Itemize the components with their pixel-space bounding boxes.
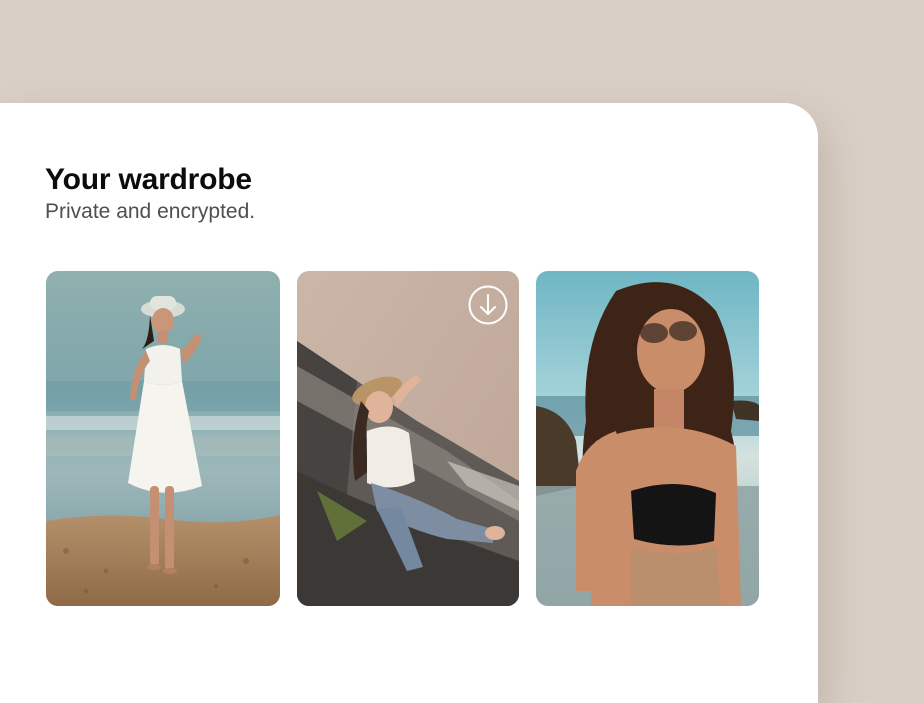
photo-card-hammock[interactable] [297,271,519,606]
page-title: Your wardrobe [45,163,252,196]
photo-card-beach-dress[interactable] [46,271,280,606]
page-subtitle: Private and encrypted. [45,200,256,223]
wardrobe-panel: Your wardrobe Private and encrypted. [0,103,818,703]
photo-card-sunglasses[interactable] [536,271,759,606]
photo-woman-sunglasses [536,271,759,606]
download-icon[interactable] [468,285,508,325]
photo-woman-white-dress [46,271,280,606]
